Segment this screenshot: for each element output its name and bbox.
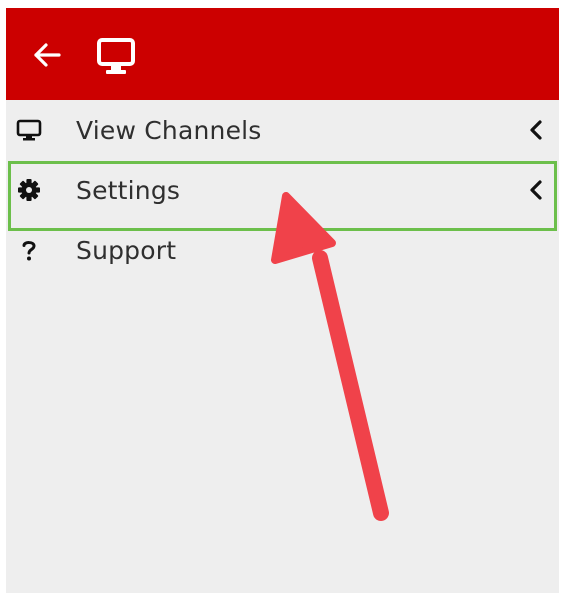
menu-item-label: Settings	[76, 175, 181, 205]
menu-item-view-channels[interactable]: View Channels	[6, 100, 559, 160]
menu-item-label: View Channels	[76, 115, 262, 145]
chevron-left-icon	[527, 119, 545, 141]
monitor-icon	[94, 34, 138, 78]
arrow-left-icon	[34, 43, 61, 67]
chevron-left-icon	[527, 179, 545, 201]
menu-item-support[interactable]: Support	[6, 220, 559, 280]
nav-menu: View Channels Settings Support	[6, 100, 559, 280]
menu-item-label: Support	[76, 235, 177, 265]
monitor-icon	[16, 117, 42, 143]
app-window: View Channels Settings Support	[6, 8, 559, 593]
app-header	[6, 8, 559, 100]
back-button[interactable]	[30, 38, 64, 72]
gear-icon	[16, 177, 42, 203]
menu-item-settings[interactable]: Settings	[6, 160, 559, 220]
question-icon	[16, 237, 42, 263]
